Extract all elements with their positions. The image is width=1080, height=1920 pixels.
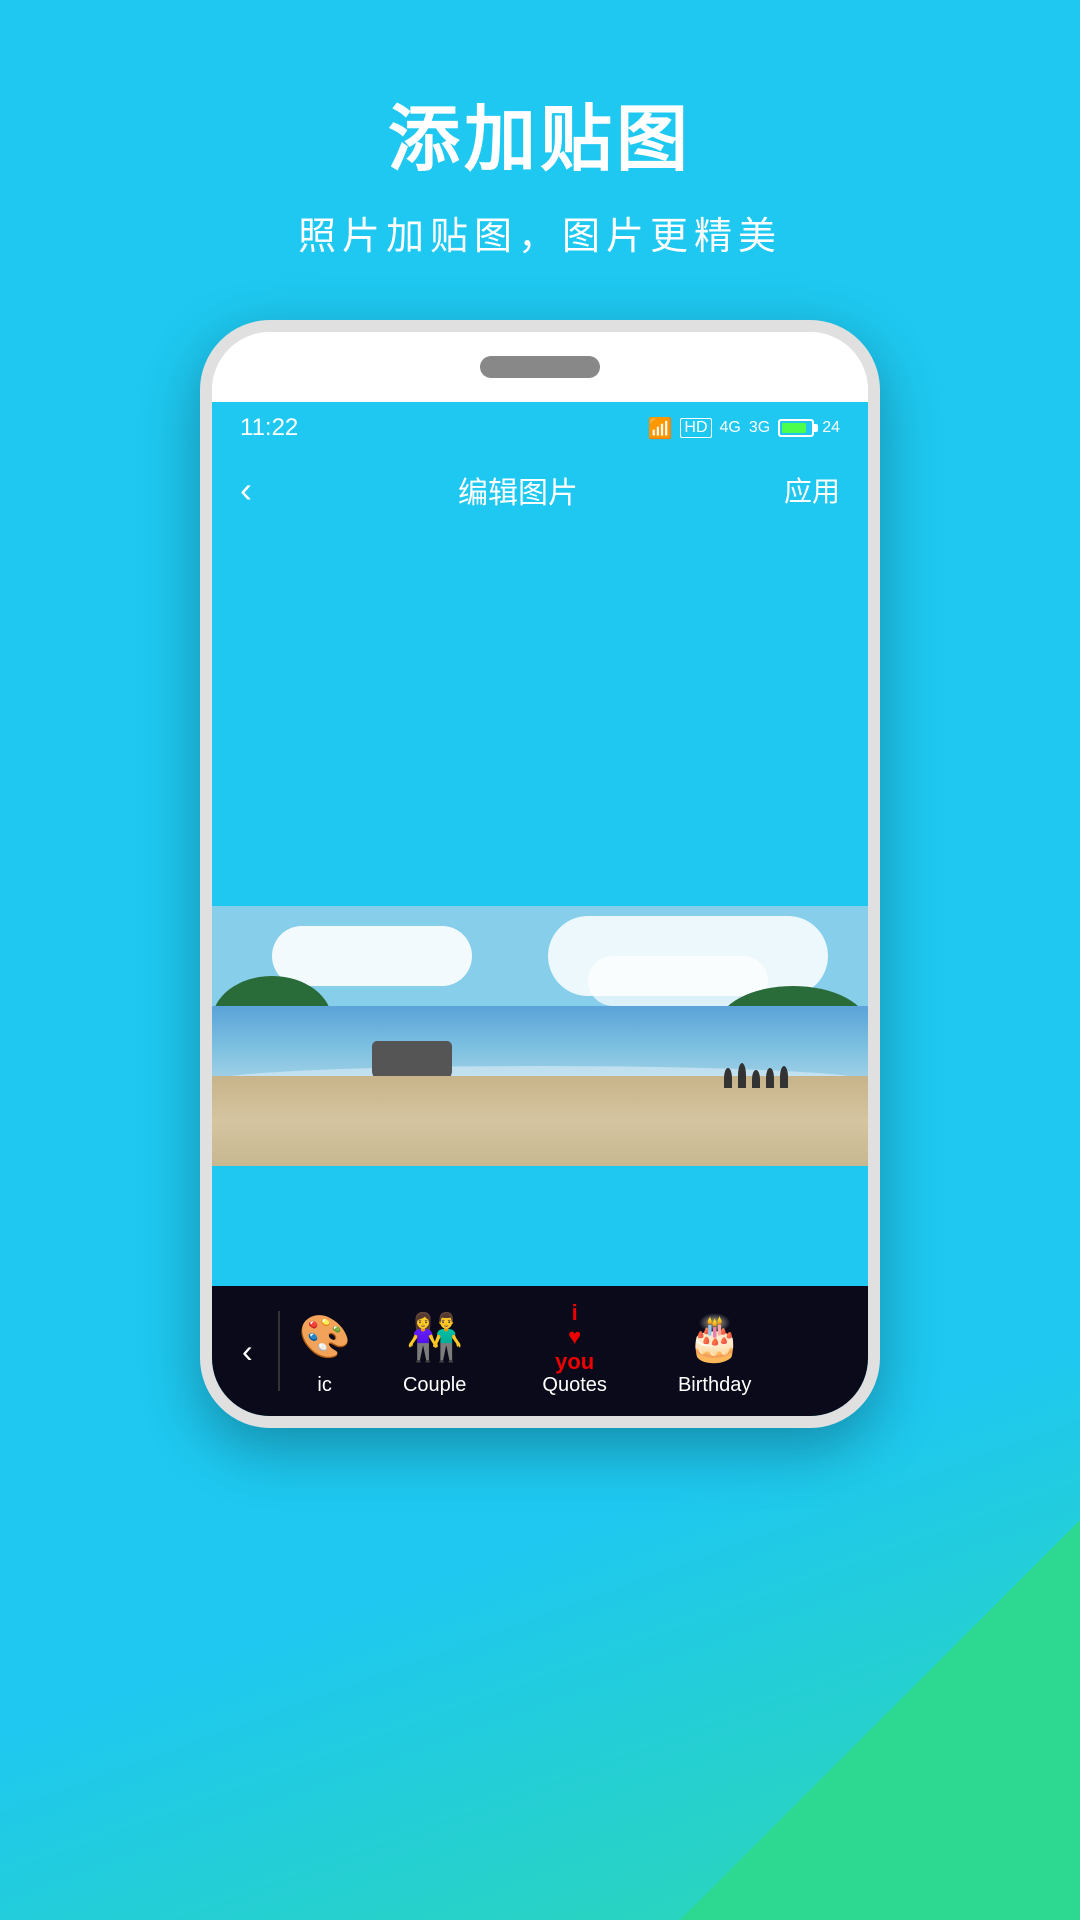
background-decoration: [680, 1520, 1080, 1920]
signal-4g: 4G: [720, 419, 741, 437]
battery-icon: [778, 419, 814, 437]
couple-label: Couple: [403, 1374, 466, 1397]
couple-icon: 👫: [403, 1306, 467, 1370]
ic-icon: 🎨: [293, 1306, 357, 1370]
ic-label: ic: [317, 1374, 331, 1397]
toolbar-back-button[interactable]: ‹: [222, 1333, 273, 1370]
toolbar-item-ic[interactable]: 🎨 ic: [285, 1296, 365, 1407]
boat: [372, 1041, 452, 1081]
quotes-label: Quotes: [542, 1374, 606, 1397]
nav-action-button[interactable]: 应用: [784, 470, 840, 510]
canvas-lower: [212, 1166, 868, 1286]
page-header: 添加贴图 照片加贴图，图片更精美: [298, 80, 782, 260]
sand: [212, 1076, 868, 1166]
person-2: [738, 1063, 746, 1088]
status-bar: 11:22 📶 HD 4G 3G 24: [212, 402, 868, 454]
phone-top-bar: [212, 332, 868, 402]
toolbar-item-quotes[interactable]: i♥you Quotes: [505, 1296, 645, 1407]
person-5: [780, 1066, 788, 1088]
phone-speaker: [480, 356, 600, 378]
status-time: 11:22: [240, 414, 298, 442]
signal-3g: 3G: [749, 419, 770, 437]
birthday-icon: 🎂: [683, 1306, 747, 1370]
people-silhouettes: [724, 1063, 788, 1088]
quotes-icon-wrapper: i♥you: [545, 1308, 605, 1368]
person-4: [766, 1068, 774, 1088]
page-title: 添加贴图: [298, 80, 782, 185]
battery-level: 24: [822, 419, 840, 437]
bottom-toolbar: ‹ 🎨 ic 👫 Couple i♥you: [212, 1286, 868, 1416]
phone-mockup: 11:22 📶 HD 4G 3G 24 ‹ 编辑图片 应用: [200, 320, 880, 1428]
page-subtitle: 照片加贴图，图片更精美: [298, 205, 782, 260]
cloud-1: [272, 926, 472, 986]
person-3: [752, 1070, 760, 1088]
quotes-icon: i♥you: [543, 1306, 607, 1370]
battery-fill: [782, 423, 806, 433]
canvas-upper: [212, 526, 868, 906]
nav-bar: ‹ 编辑图片 应用: [212, 454, 868, 526]
birthday-label: Birthday: [678, 1374, 751, 1397]
toolbar-item-birthday[interactable]: 🎂 Birthday: [645, 1296, 785, 1407]
beach-photo: [212, 906, 868, 1166]
quotes-text: i♥you: [555, 1301, 594, 1374]
nav-back-button[interactable]: ‹: [240, 469, 252, 511]
hd-badge: HD: [680, 418, 711, 438]
toolbar-divider: [278, 1311, 280, 1391]
toolbar-item-couple[interactable]: 👫 Couple: [365, 1296, 505, 1407]
person-1: [724, 1068, 732, 1088]
nav-title: 编辑图片: [458, 468, 578, 512]
wifi-icon: 📶: [648, 416, 673, 441]
phone-screen: 11:22 📶 HD 4G 3G 24 ‹ 编辑图片 应用: [212, 402, 868, 1416]
status-icons: 📶 HD 4G 3G 24: [648, 416, 841, 441]
